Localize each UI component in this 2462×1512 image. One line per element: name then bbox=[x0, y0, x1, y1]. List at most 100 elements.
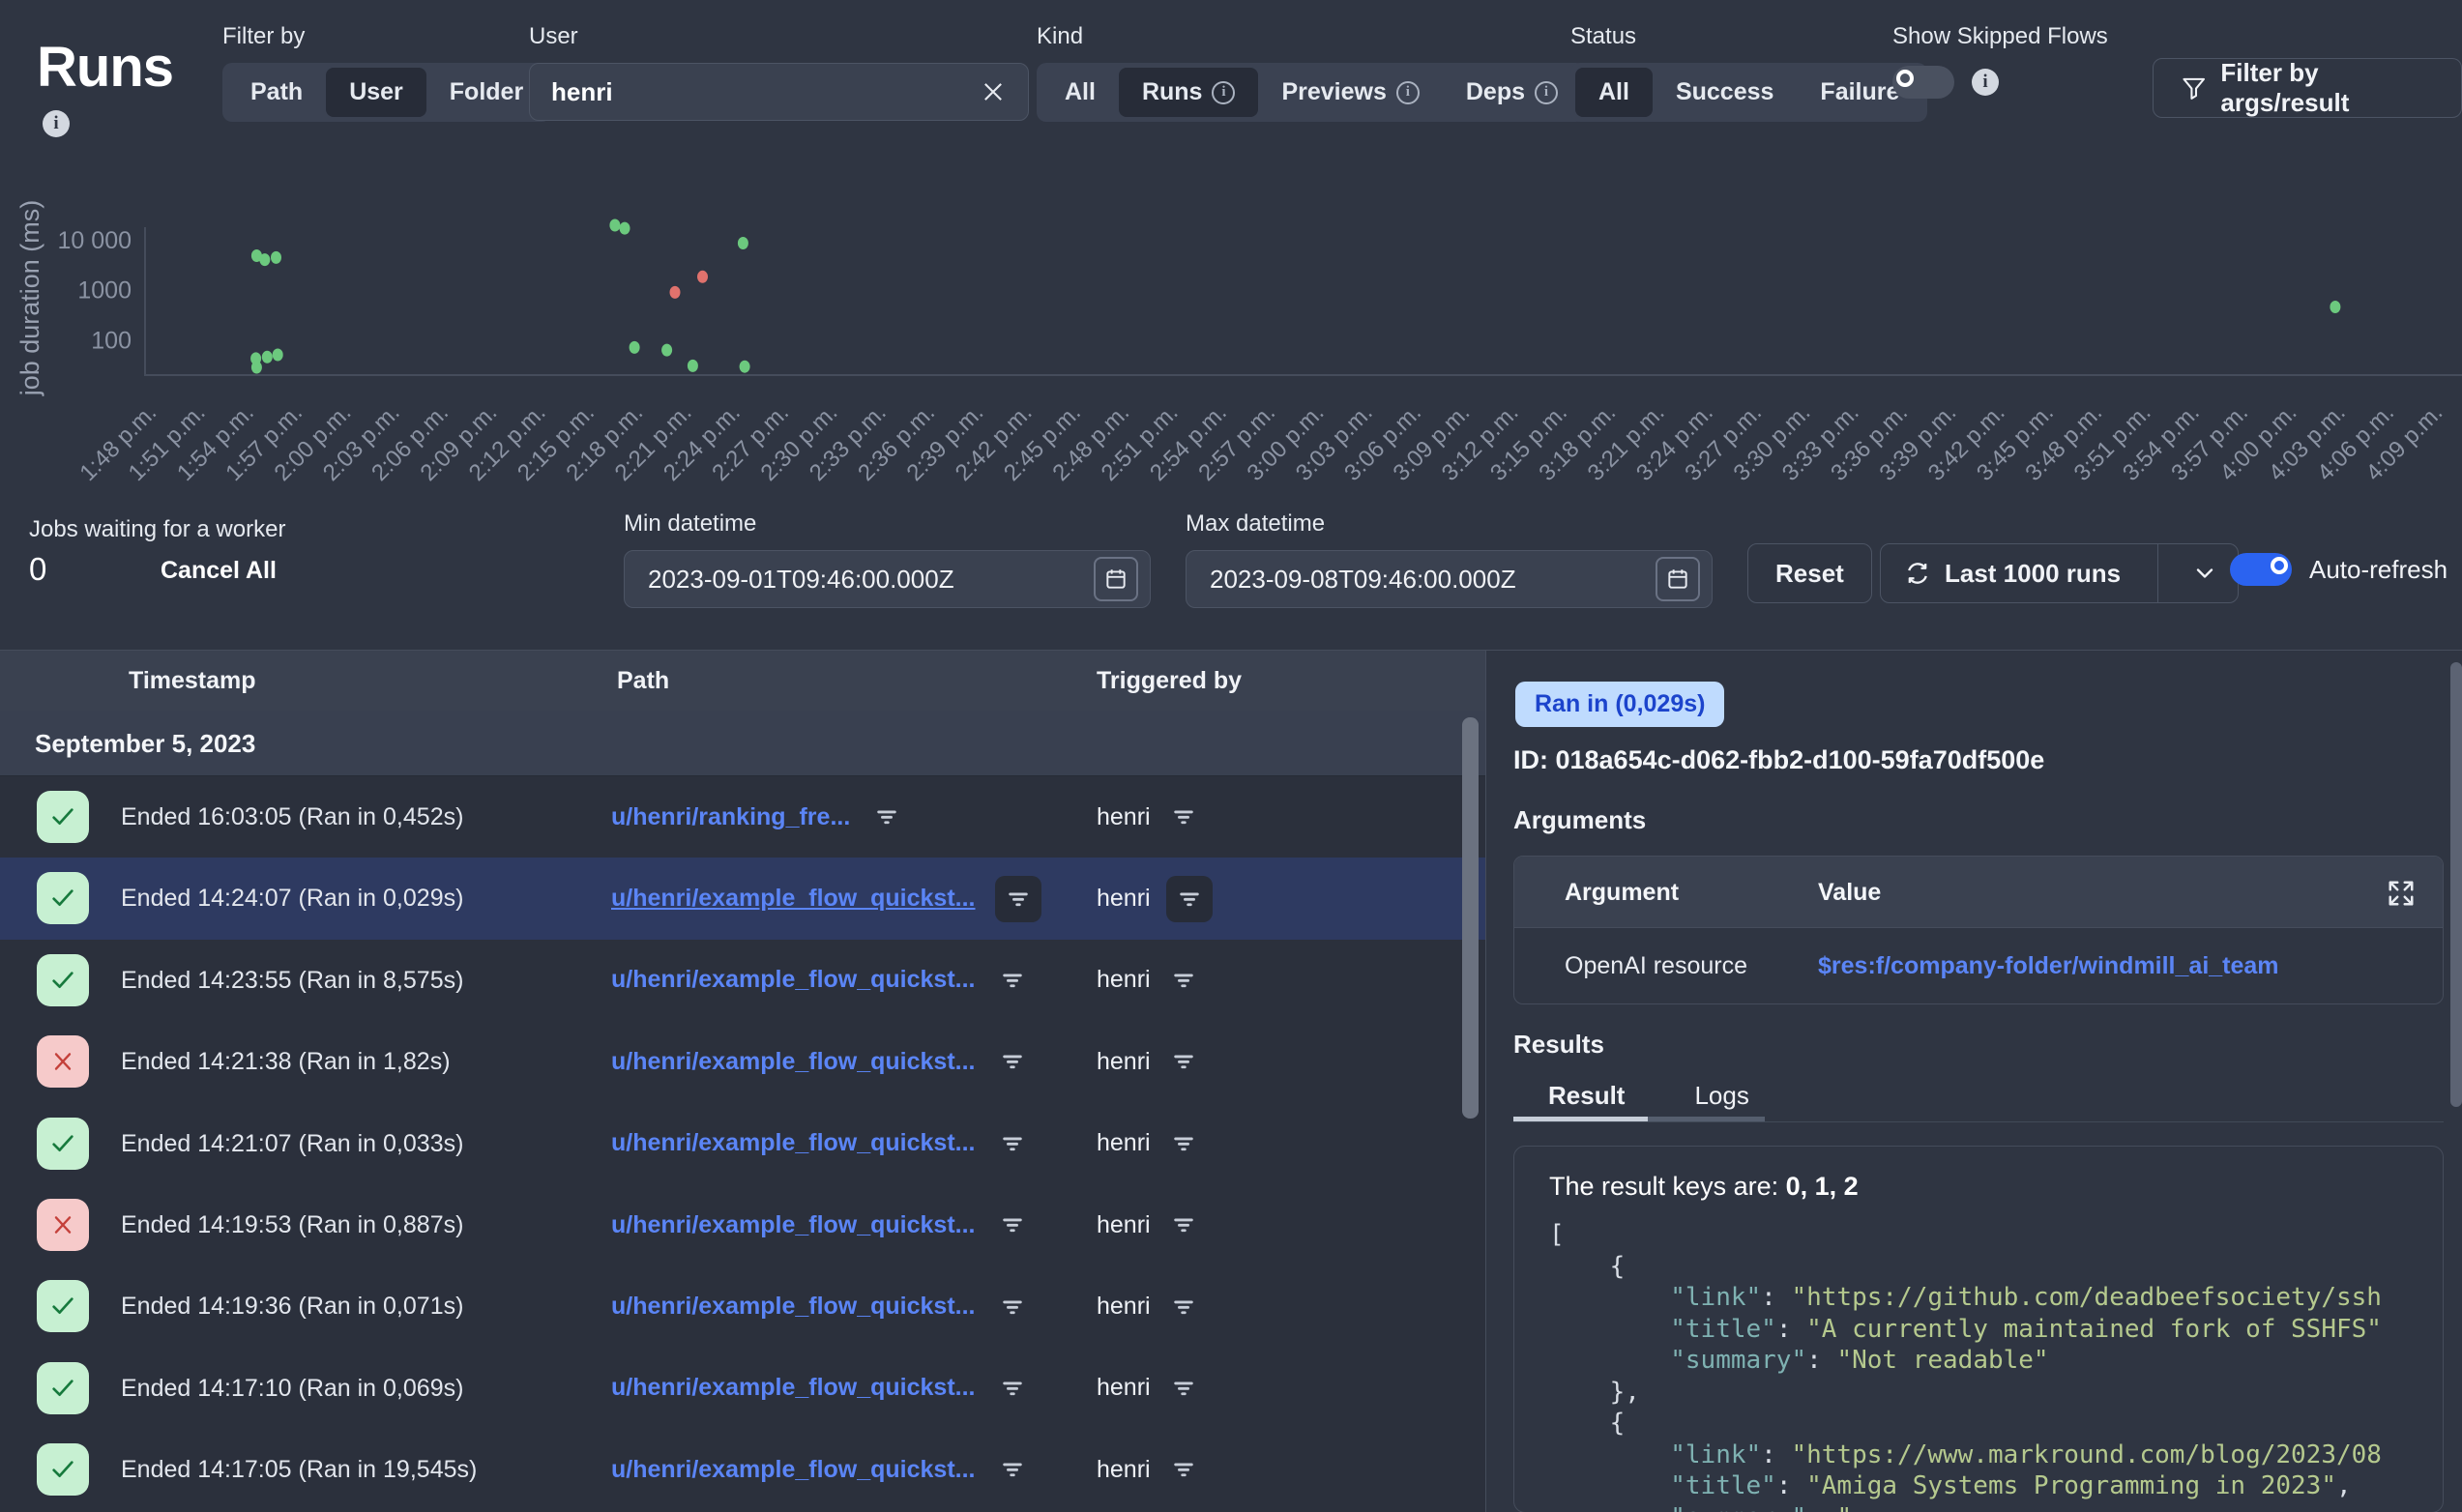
filter-by-path-icon[interactable] bbox=[995, 1452, 1030, 1487]
table-row[interactable]: Ended 14:21:07 (Ran in 0,033s) u/henri/ex… bbox=[0, 1103, 1485, 1184]
y-tick-label: 1000 bbox=[77, 277, 132, 305]
filter-by-path-icon[interactable] bbox=[995, 876, 1041, 922]
info-icon: i bbox=[1212, 81, 1235, 104]
check-icon bbox=[47, 1291, 78, 1322]
table-row[interactable]: Ended 14:17:05 (Ran in 19,545s)u/henri/e… bbox=[0, 1429, 1485, 1510]
check-icon bbox=[47, 1454, 78, 1485]
filter-lines-icon bbox=[1171, 968, 1196, 993]
run-path-link[interactable]: u/henri/ranking_fre... bbox=[611, 803, 850, 831]
run-path-link[interactable]: u/henri/example_flow_quickst... bbox=[611, 1211, 976, 1239]
run-path-link[interactable]: u/henri/example_flow_quickst... bbox=[611, 1048, 976, 1076]
calendar-icon[interactable] bbox=[1094, 557, 1138, 601]
runs-info-icon[interactable]: i bbox=[43, 110, 70, 137]
filter-by-user-icon[interactable] bbox=[1166, 876, 1213, 922]
filter-by-path-icon[interactable] bbox=[995, 1371, 1030, 1406]
filter-by-option-path[interactable]: Path bbox=[227, 68, 326, 117]
status-group: Status All Success Failure bbox=[1570, 23, 1927, 122]
filter-lines-icon bbox=[1171, 1376, 1196, 1401]
reset-button[interactable]: Reset bbox=[1747, 543, 1872, 603]
table-row[interactable]: Ended 14:17:10 (Ran in 0,069s)u/henri/ex… bbox=[0, 1348, 1485, 1429]
run-timestamp: Ended 16:03:05 (Ran in 0,452s) bbox=[121, 776, 463, 858]
status-badge-success bbox=[37, 1362, 89, 1414]
run-timestamp: Ended 14:21:07 (Ran in 0,033s) bbox=[121, 1103, 463, 1184]
max-datetime-group: Max datetime 2023-09-08T09:46:00.000Z bbox=[1186, 510, 1713, 608]
max-datetime-input[interactable]: 2023-09-08T09:46:00.000Z bbox=[1186, 550, 1713, 608]
clear-icon[interactable] bbox=[980, 78, 1007, 105]
filter-by-option-user[interactable]: User bbox=[326, 68, 426, 117]
results-heading: Results bbox=[1513, 1030, 1604, 1060]
auto-refresh-toggle[interactable] bbox=[2230, 553, 2292, 586]
run-path-link[interactable]: u/henri/example_flow_quickst... bbox=[611, 1129, 976, 1157]
auto-refresh-group: Auto-refresh bbox=[2230, 553, 2447, 586]
info-icon: i bbox=[1396, 81, 1420, 104]
table-row[interactable]: Ended 14:19:36 (Ran in 0,071s)u/henri/ex… bbox=[0, 1265, 1485, 1347]
run-path-link[interactable]: u/henri/example_flow_quickst... bbox=[611, 885, 976, 913]
status-option-success[interactable]: Success bbox=[1653, 68, 1797, 117]
kind-option-all[interactable]: All bbox=[1041, 68, 1119, 117]
data-point-success bbox=[661, 344, 672, 357]
kind-option-runs[interactable]: Runsi bbox=[1119, 68, 1259, 117]
chevron-down-icon[interactable] bbox=[2172, 560, 2238, 587]
filter-by-user-icon[interactable] bbox=[1166, 1371, 1201, 1406]
filter-by-path-icon[interactable] bbox=[995, 963, 1030, 998]
filter-by-path-icon[interactable] bbox=[995, 1126, 1030, 1161]
data-point-success bbox=[271, 251, 281, 264]
runs-table-header: Timestamp Path Triggered by bbox=[0, 651, 1485, 711]
filter-by-path-icon[interactable] bbox=[869, 800, 904, 834]
filter-by-user-icon[interactable] bbox=[1166, 1207, 1201, 1242]
info-icon[interactable]: i bbox=[1972, 69, 1999, 96]
filter-by-user-icon[interactable] bbox=[1166, 1044, 1201, 1079]
table-scrollbar[interactable] bbox=[1462, 717, 1479, 1119]
filter-lines-icon bbox=[1000, 1131, 1025, 1156]
run-path-link[interactable]: u/henri/example_flow_quickst... bbox=[611, 1374, 976, 1402]
status-badge-success bbox=[37, 791, 89, 843]
filter-by-path-icon[interactable] bbox=[995, 1207, 1030, 1242]
triggered-by-user: henri bbox=[1097, 885, 1151, 913]
filter-by-user-icon[interactable] bbox=[1166, 1452, 1201, 1487]
argument-value-link[interactable]: $res:f/company-folder/windmill_ai_team bbox=[1818, 928, 2279, 1003]
table-row[interactable]: Ended 14:21:38 (Ran in 1,82s)u/henri/exa… bbox=[0, 1021, 1485, 1102]
panel-scrollbar[interactable] bbox=[2450, 662, 2462, 1107]
user-input[interactable]: henri bbox=[529, 63, 1029, 121]
arguments-heading: Arguments bbox=[1513, 805, 1646, 835]
filter-by-path-icon[interactable] bbox=[995, 1290, 1030, 1324]
user-input-value: henri bbox=[551, 77, 980, 107]
table-row[interactable]: Ended 14:24:07 (Ran in 0,029s)u/henri/ex… bbox=[0, 858, 1485, 939]
table-row[interactable]: Ended 14:19:53 (Ran in 0,887s)u/henri/ex… bbox=[0, 1184, 1485, 1265]
table-row[interactable]: Ended 14:23:55 (Ran in 8,575s)u/henri/ex… bbox=[0, 940, 1485, 1021]
min-datetime-input[interactable]: 2023-09-01T09:46:00.000Z bbox=[624, 550, 1151, 608]
status-badge-success bbox=[37, 1280, 89, 1332]
filter-by-path-icon[interactable] bbox=[995, 1044, 1030, 1079]
refresh-icon bbox=[1904, 560, 1931, 587]
job-duration-chart: job duration (ms)10 00010001001:48 p.m.1… bbox=[0, 184, 2462, 508]
status-badge-success bbox=[37, 1443, 89, 1496]
filter-by-group: Filter by Path User Folder bbox=[222, 23, 551, 122]
run-path-link[interactable]: u/henri/example_flow_quickst... bbox=[611, 966, 976, 994]
cancel-all-button[interactable]: Cancel All bbox=[161, 557, 277, 585]
run-path-link[interactable]: u/henri/example_flow_quickst... bbox=[611, 1293, 976, 1321]
kind-option-previews[interactable]: Previewsi bbox=[1258, 68, 1442, 117]
filter-args-button[interactable]: Filter by args/result bbox=[2153, 58, 2462, 118]
last-runs-button[interactable]: Last 1000 runs bbox=[1880, 543, 2239, 603]
calendar-icon[interactable] bbox=[1656, 557, 1700, 601]
data-point-success bbox=[273, 349, 283, 362]
filter-lines-icon bbox=[1000, 1457, 1025, 1482]
triggered-by-user: henri bbox=[1097, 1293, 1151, 1321]
filter-by-user-icon[interactable] bbox=[1166, 963, 1201, 998]
show-skipped-toggle[interactable] bbox=[1892, 66, 1954, 99]
filter-by-user-icon[interactable] bbox=[1166, 1126, 1201, 1161]
status-option-all[interactable]: All bbox=[1575, 68, 1653, 117]
max-datetime-label: Max datetime bbox=[1186, 510, 1713, 538]
filter-by-user-icon[interactable] bbox=[1166, 800, 1201, 834]
run-path-link[interactable]: u/henri/example_flow_quickst... bbox=[611, 1456, 976, 1484]
tab-result[interactable]: Result bbox=[1513, 1072, 1659, 1119]
ran-in-badge: Ran in (0,029s) bbox=[1515, 682, 1724, 727]
table-row[interactable]: Ended 16:03:05 (Ran in 0,452s) u/henri/ra… bbox=[0, 776, 1485, 858]
tab-logs[interactable]: Logs bbox=[1659, 1072, 1783, 1119]
jobs-waiting-label: Jobs waiting for a worker bbox=[29, 516, 285, 543]
data-point-success bbox=[738, 237, 748, 249]
expand-icon[interactable] bbox=[2387, 879, 2416, 908]
kind-option-deps[interactable]: Depsi bbox=[1443, 68, 1581, 117]
filter-lines-icon bbox=[1171, 1294, 1196, 1320]
filter-by-user-icon[interactable] bbox=[1166, 1290, 1201, 1324]
